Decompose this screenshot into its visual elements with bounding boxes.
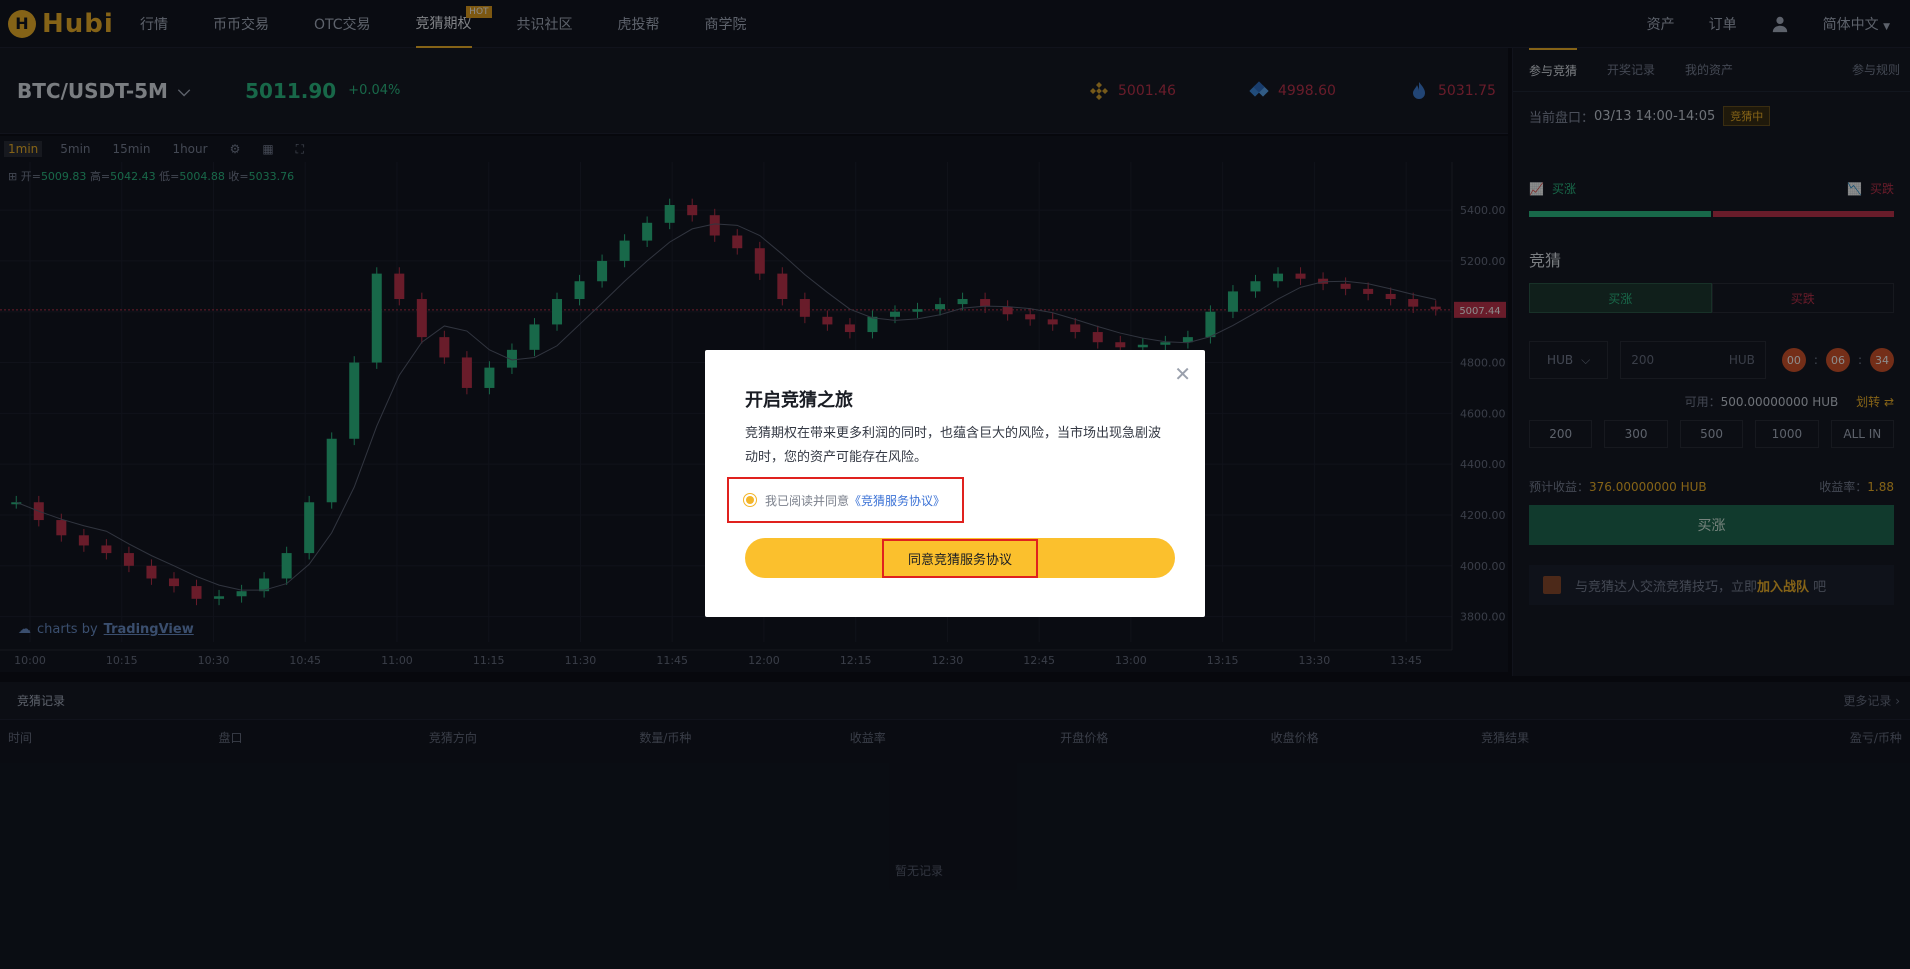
agree-button-label: 同意竞猜服务协议 [881, 538, 1038, 578]
radio-checked-icon[interactable] [743, 493, 757, 507]
agreement-checkbox[interactable]: 我已阅读并同意 《竞猜服务协议》 [727, 477, 964, 523]
radio-dot [746, 496, 754, 504]
agreement-link[interactable]: 《竞猜服务协议》 [849, 492, 945, 509]
modal-text: 竞猜期权在带来更多利润的同时，也蕴含巨大的风险，当市场出现急剧波动时，您的资产可… [745, 426, 1162, 465]
agree-button[interactable]: 同意竞猜服务协议 [745, 538, 1175, 578]
close-icon[interactable]: ✕ [1174, 362, 1191, 386]
agree-prefix: 我已阅读并同意 [765, 493, 850, 508]
modal-title: 开启竞猜之旅 [745, 390, 853, 411]
agreement-modal: ✕ 开启竞猜之旅 竞猜期权在带来更多利润的同时，也蕴含巨大的风险，当市场出现急剧… [705, 350, 1205, 617]
app-root: H Hubi 行情 币币交易 OTC交易 竞猜期权 HOT 共识社区 虎投帮 商学… [0, 0, 1910, 969]
